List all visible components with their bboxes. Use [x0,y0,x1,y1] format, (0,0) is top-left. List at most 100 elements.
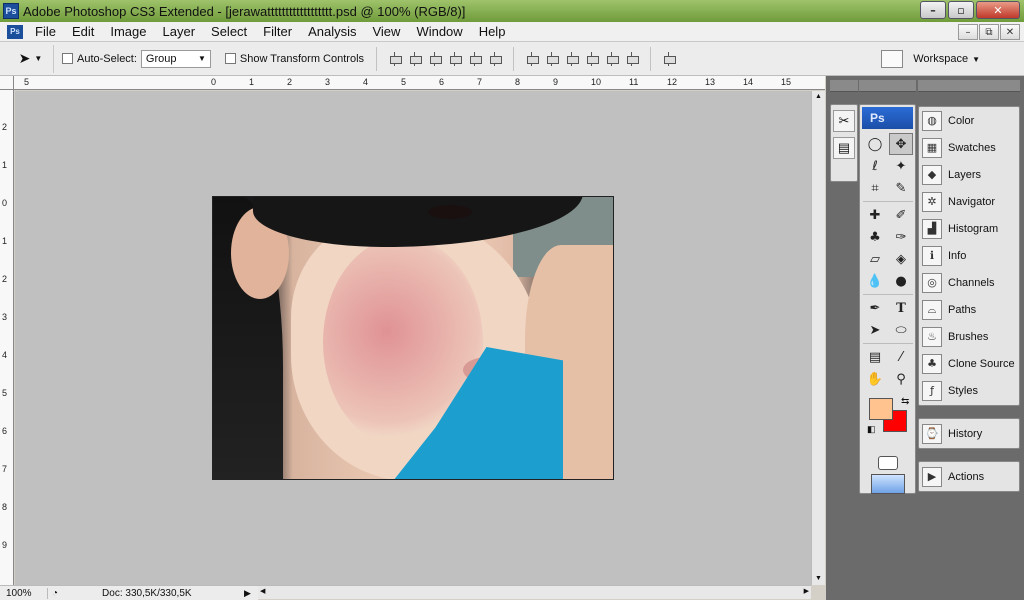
marquee-tool-icon[interactable]: ◯ [863,133,887,155]
swap-colors-icon[interactable]: ⇆ [901,396,909,407]
zoom-tool-icon[interactable]: ⚲ [889,368,913,390]
menu-help[interactable]: Help [471,24,514,39]
toolbox-collapse-bar[interactable] [859,80,916,92]
auto-select-dropdown[interactable]: Group ▼ [140,49,211,68]
vertical-scrollbar[interactable]: ▲ ▼ [811,91,825,585]
tool-preset-picker[interactable]: ➤ ▼ [8,44,54,73]
document-image[interactable] [212,196,614,480]
channels-panel-icon: ◎ [922,272,942,293]
document-icon[interactable]: Ps [7,24,23,39]
panel-paths[interactable]: ⌓ Paths [919,296,1019,323]
distribute-vertical-centers-icon[interactable] [545,51,560,66]
distribute-top-edges-icon[interactable] [525,51,540,66]
distribute-bottom-edges-icon[interactable] [565,51,580,66]
hand-tool-icon[interactable]: ✋ [863,368,887,390]
vertical-ruler[interactable]: 2 1 0 1 2 3 4 5 6 7 8 9 [0,90,14,585]
slice-tool-icon[interactable]: ✎ [889,177,913,199]
menu-file[interactable]: File [27,24,64,39]
align-horizontal-centers-icon[interactable] [468,51,483,66]
zoom-level[interactable]: 100% [0,587,48,599]
auto-select-checkbox[interactable] [62,53,73,64]
ruler-label: 0 [211,77,217,87]
actions-panel-icon: ▶ [922,466,942,487]
scroll-left-arrow-icon[interactable]: ◀ [260,586,265,598]
align-right-edges-icon[interactable] [488,51,503,66]
menu-image[interactable]: Image [102,24,154,39]
align-vertical-centers-icon[interactable] [408,51,423,66]
menu-window[interactable]: Window [408,24,470,39]
move-tool-icon[interactable]: ✥ [889,133,913,155]
panel-label: Navigator [948,195,996,208]
align-top-edges-icon[interactable] [388,51,403,66]
panel-swatches[interactable]: ▦ Swatches [919,134,1019,161]
brush-tool-icon[interactable]: ✐ [889,204,913,226]
panel-label: Color [948,114,975,127]
scroll-down-arrow-icon[interactable]: ▼ [812,573,825,585]
ruler-label: 4 [363,77,369,87]
panel-styles[interactable]: ƒ Styles [919,377,1019,404]
workspace-button[interactable]: Workspace ▼ [913,53,980,65]
dock-collapse-bar[interactable] [830,80,858,92]
status-menu-arrow-icon[interactable]: ▶ [244,588,251,599]
default-colors-icon[interactable]: ◧ [867,424,876,435]
clone-stamp-tool-icon[interactable]: ♣ [863,226,887,248]
path-selection-tool-icon[interactable]: ➤ [863,319,887,341]
scroll-up-arrow-icon[interactable]: ▲ [812,91,825,103]
horizontal-ruler[interactable]: 5 0 1 2 3 4 5 6 7 8 9 10 11 12 13 14 15 [14,76,825,90]
layers-panel-icon: ◆ [922,164,942,185]
type-tool-icon[interactable]: T [889,297,913,319]
panel-color[interactable]: ◍ Color [919,107,1019,134]
panels-collapse-bar[interactable] [918,80,1020,92]
shape-tool-icon[interactable]: ⬭ [889,319,913,341]
panel-actions[interactable]: ▶ Actions [919,463,1019,490]
panel-info[interactable]: ℹ Info [919,242,1019,269]
menu-analysis[interactable]: Analysis [300,24,364,39]
document-close-button[interactable]: ✕ [1000,24,1020,40]
paint-bucket-tool-icon[interactable]: ◈ [889,248,913,270]
magic-wand-tool-icon[interactable]: ✦ [889,155,913,177]
panel-brushes[interactable]: ♨ Brushes [919,323,1019,350]
tool-presets-icon[interactable]: ✂ [833,110,855,132]
menu-filter[interactable]: Filter [255,24,300,39]
align-left-edges-icon[interactable] [448,51,463,66]
distribute-horizontal-centers-icon[interactable] [605,51,620,66]
history-brush-tool-icon[interactable]: ✑ [889,226,913,248]
eyedropper-tool-icon[interactable]: ⁄ [889,346,913,368]
pen-tool-icon[interactable]: ✒ [863,297,887,319]
panel-layers[interactable]: ◆ Layers [919,161,1019,188]
crop-tool-icon[interactable]: ⌗ [863,177,887,199]
bridge-icon[interactable] [881,50,904,68]
panel-channels[interactable]: ◎ Channels [919,269,1019,296]
document-restore-button[interactable]: ⧉ [979,24,999,40]
panel-histogram[interactable]: ▟ Histogram [919,215,1019,242]
auto-align-layers-icon[interactable] [662,51,677,66]
eraser-tool-icon[interactable]: ▱ [863,248,887,270]
panel-navigator[interactable]: ✲ Navigator [919,188,1019,215]
panel-history[interactable]: ⌚ History [919,420,1019,447]
scroll-right-arrow-icon[interactable]: ▶ [804,586,809,598]
minimize-button[interactable]: – [920,1,946,19]
close-button[interactable]: ✕ [976,1,1020,19]
distribute-right-edges-icon[interactable] [625,51,640,66]
screen-mode-button[interactable] [870,474,905,494]
menu-edit[interactable]: Edit [64,24,102,39]
ruler-origin[interactable] [0,76,14,90]
healing-brush-tool-icon[interactable]: ✚ [863,204,887,226]
horizontal-scrollbar[interactable]: ◀ ▶ [258,585,811,599]
layer-comps-icon[interactable]: ▤ [833,137,855,159]
distribute-left-edges-icon[interactable] [585,51,600,66]
menu-view[interactable]: View [364,24,408,39]
show-transform-controls-checkbox[interactable] [224,53,236,64]
blur-tool-icon[interactable]: 💧 [863,270,887,292]
align-bottom-edges-icon[interactable] [428,51,443,66]
menu-layer[interactable]: Layer [155,24,204,39]
panel-clone-source[interactable]: ♣ Clone Source [919,350,1019,377]
foreground-color-swatch[interactable] [869,398,893,420]
notes-tool-icon[interactable]: ▤ [863,346,887,368]
document-minimize-button[interactable]: – [958,24,978,40]
menu-select[interactable]: Select [203,24,255,39]
lasso-tool-icon[interactable]: ℓ [863,155,887,177]
quick-mask-button[interactable] [877,456,898,470]
dodge-tool-icon[interactable]: ● [889,270,913,292]
maximize-button[interactable]: ▫ [948,1,974,19]
